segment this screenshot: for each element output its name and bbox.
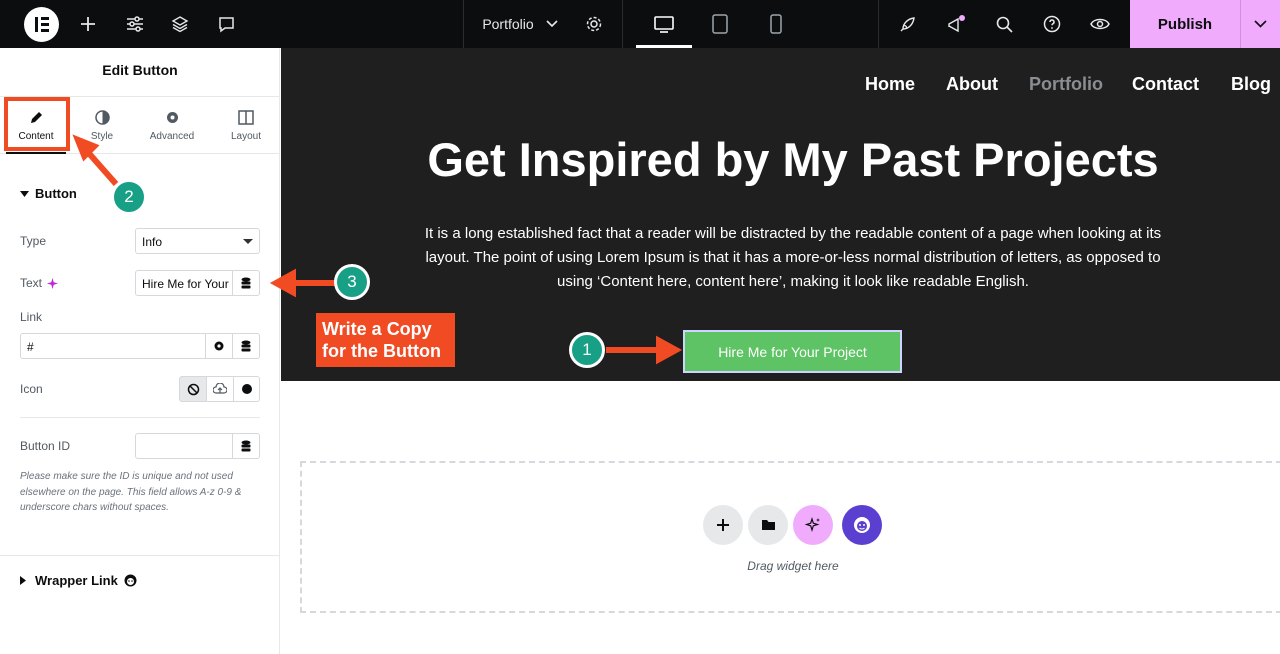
section-title: Button — [35, 186, 77, 201]
page-name: Portfolio — [482, 16, 534, 32]
hero-title: Get Inspired by My Past Projects — [427, 133, 1159, 186]
tab-style[interactable]: Style — [74, 97, 130, 155]
content-tab-highlight — [4, 97, 70, 151]
editor-topbar: Portfolio Publish — [0, 0, 1280, 48]
elementor-kit-face-icon[interactable] — [842, 505, 882, 545]
topbar-divider — [622, 0, 623, 48]
dynamic-tags-database-icon[interactable] — [232, 270, 260, 296]
section-wrapper-link-toggle[interactable]: Wrapper Link — [20, 573, 137, 588]
section-button-toggle[interactable]: Button — [20, 186, 77, 201]
tab-layout[interactable]: Layout — [218, 97, 274, 155]
active-tab-indicator — [6, 152, 66, 154]
nav-about[interactable]: About — [946, 74, 998, 95]
caret-right-icon — [20, 576, 26, 585]
dynamic-tags-database-icon[interactable] — [232, 433, 260, 459]
preview-eye-icon[interactable] — [1086, 0, 1114, 48]
comments-icon[interactable] — [212, 0, 240, 48]
type-value: Info — [142, 235, 163, 249]
divider — [0, 555, 280, 556]
structure-layers-icon[interactable] — [166, 0, 194, 48]
text-label: Text — [20, 276, 43, 290]
instruction-callout: Write a Copy for the Button — [316, 313, 455, 367]
text-label-row: Text — [20, 276, 59, 290]
caret-down-icon — [20, 190, 29, 197]
site-settings-sliders-icon[interactable] — [120, 0, 150, 48]
button-id-label: Button ID — [20, 439, 71, 453]
page-selector[interactable]: Portfolio — [472, 0, 568, 48]
empty-drop-zone[interactable]: Drag widget here — [300, 461, 1280, 613]
tab-label: Advanced — [149, 131, 195, 142]
half-circle-icon — [94, 110, 110, 125]
link-input[interactable]: # — [20, 333, 206, 359]
nav-home[interactable]: Home — [865, 74, 915, 95]
caret-down-icon — [243, 239, 253, 244]
mobile-view-icon[interactable] — [762, 0, 790, 48]
drag-widget-hint: Drag widget here — [747, 559, 839, 573]
publish-button[interactable]: Publish — [1130, 0, 1240, 48]
chevron-down-icon — [546, 20, 558, 28]
icon-upload-icon[interactable] — [206, 376, 234, 402]
rocket-icon[interactable] — [894, 0, 922, 48]
icon-library-circle-icon[interactable] — [233, 376, 260, 402]
button-id-input[interactable] — [135, 433, 233, 459]
topbar-divider — [878, 0, 879, 48]
link-label: Link — [20, 310, 43, 324]
nav-contact[interactable]: Contact — [1132, 74, 1199, 95]
ai-sparkle-icon[interactable] — [47, 277, 59, 289]
topbar-divider — [463, 0, 464, 48]
tablet-view-icon[interactable] — [706, 0, 734, 48]
panel-title: Edit Button — [102, 62, 178, 78]
step-badge-2: 2 — [111, 179, 147, 215]
icon-none-ban-icon[interactable] — [179, 376, 207, 402]
hero-paragraph: It is a long established fact that a rea… — [424, 225, 1162, 290]
desktop-view-icon[interactable] — [650, 0, 678, 48]
columns-icon — [238, 110, 254, 125]
publish-options-chevron-icon[interactable] — [1240, 0, 1280, 48]
notifications-megaphone-icon[interactable] — [942, 0, 970, 48]
hire-me-button[interactable]: Hire Me for Your Project — [683, 330, 902, 373]
ai-sparkle-icon[interactable] — [793, 505, 833, 545]
search-icon[interactable] — [990, 0, 1018, 48]
add-element-icon[interactable] — [74, 0, 102, 48]
gear-icon — [166, 112, 178, 123]
tab-advanced[interactable]: Advanced — [144, 97, 200, 155]
text-input[interactable]: Hire Me for Your — [135, 270, 233, 296]
icon-label: Icon — [20, 382, 43, 396]
dynamic-tags-database-icon[interactable] — [232, 333, 260, 359]
button-id-help-text: Please make sure the ID is unique and no… — [20, 471, 242, 513]
pro-face-icon — [124, 574, 137, 587]
add-section-plus-icon[interactable] — [703, 505, 743, 545]
nav-portfolio[interactable]: Portfolio — [1029, 74, 1103, 95]
tab-label: Style — [90, 131, 114, 142]
step-badge-3: 3 — [334, 264, 370, 300]
elementor-logo-icon[interactable] — [24, 7, 59, 42]
help-icon[interactable] — [1038, 0, 1066, 48]
nav-blog[interactable]: Blog — [1231, 74, 1271, 95]
divider — [20, 417, 260, 418]
page-settings-gear-icon[interactable] — [580, 0, 608, 48]
step-badge-1: 1 — [569, 332, 605, 368]
link-options-gear-icon[interactable] — [205, 333, 233, 359]
type-select[interactable]: Info — [135, 228, 260, 254]
template-library-folder-icon[interactable] — [748, 505, 788, 545]
type-label: Type — [20, 234, 47, 248]
tab-label: Layout — [230, 131, 262, 142]
section-title: Wrapper Link — [35, 573, 118, 588]
